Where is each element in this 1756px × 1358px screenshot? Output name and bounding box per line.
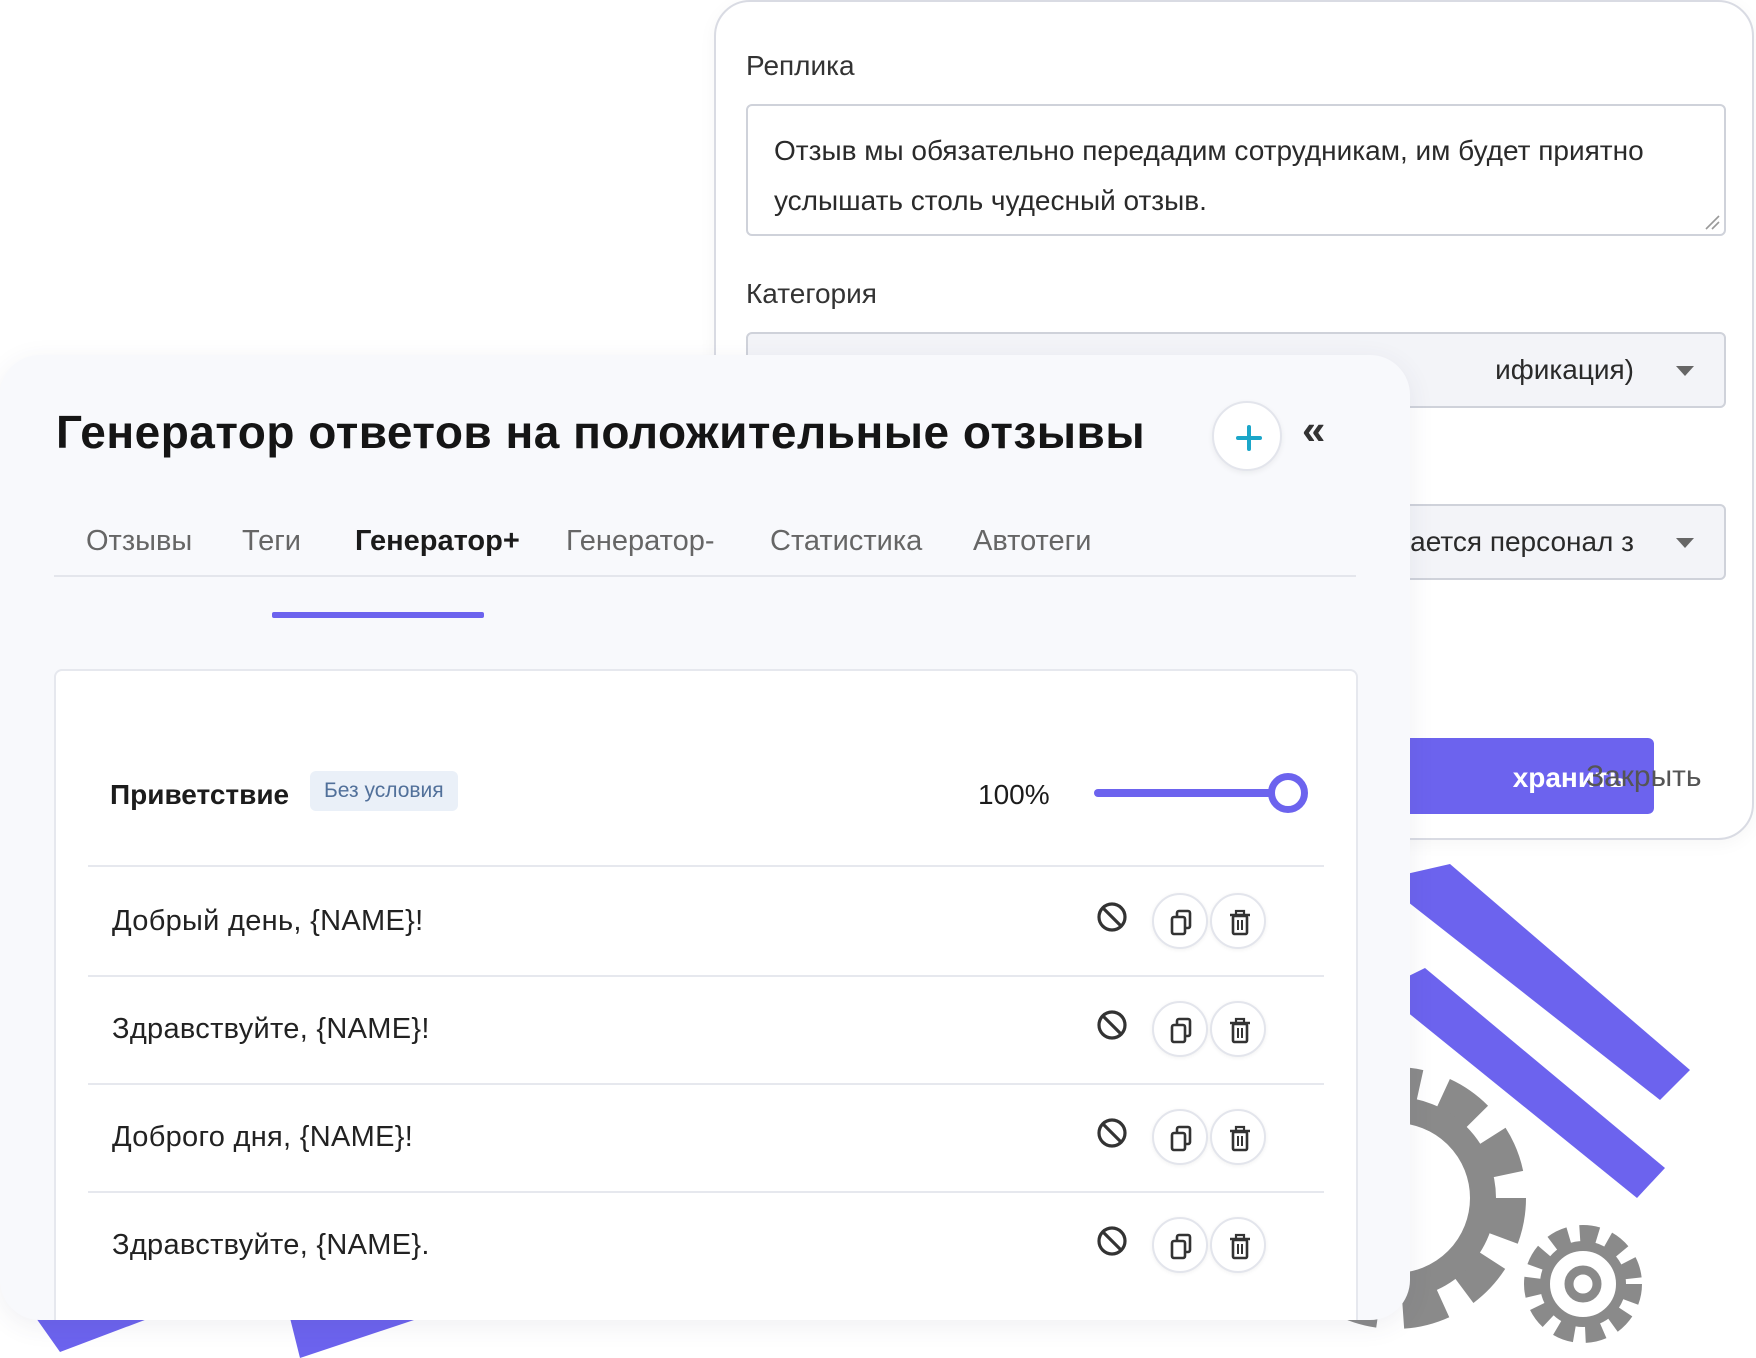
delete-button[interactable] (1210, 1217, 1266, 1273)
ban-icon[interactable] (1096, 1225, 1128, 1257)
category-label: Категория (746, 278, 877, 309)
page-title: Генератор ответов на положительные отзыв… (56, 406, 1146, 458)
ban-icon[interactable] (1096, 1009, 1128, 1041)
collapse-button[interactable]: « (1302, 409, 1325, 451)
replica-label: Реплика (746, 50, 855, 81)
section-label: Приветствие (110, 779, 290, 810)
deco-triangle (36, 1318, 150, 1352)
tab-reviews[interactable]: Отзывы (86, 525, 192, 558)
probability-percent: 100% (978, 779, 1050, 810)
tab-generator-plus[interactable]: Генератор+ (355, 525, 520, 558)
copy-icon (1170, 1017, 1192, 1044)
list-item: Добрый день, {NAME}! (88, 869, 1324, 977)
phrase-group-card: Приветствие Без условия 100% Добрый день… (54, 669, 1358, 1320)
trash-icon (1230, 909, 1250, 936)
resize-handle-icon[interactable] (1702, 212, 1720, 230)
phrase-text: Здравствуйте, {NAME}. (112, 1229, 430, 1261)
deco-stripe (1380, 968, 1665, 1198)
tag-value: инается персонал з (1379, 526, 1634, 557)
probability-slider-track[interactable] (1094, 789, 1284, 797)
probability-slider-thumb[interactable] (1268, 773, 1308, 813)
condition-badge: Без условия (310, 771, 458, 811)
ban-icon[interactable] (1096, 1117, 1128, 1149)
chevron-down-icon (1676, 538, 1694, 548)
gear-icon (1524, 1225, 1642, 1343)
replica-textarea[interactable]: Отзыв мы обязательно передадим сотрудник… (746, 104, 1726, 236)
delete-button[interactable] (1210, 1001, 1266, 1057)
chevron-down-icon (1676, 366, 1694, 376)
list-item: Здравствуйте, {NAME}. (88, 1193, 1324, 1301)
add-button[interactable] (1212, 401, 1282, 471)
tab-bar: Отзывы Теги Генератор+ Генератор- Статис… (54, 525, 1356, 577)
delete-button[interactable] (1210, 1109, 1266, 1165)
tab-generator-minus[interactable]: Генератор- (566, 525, 715, 558)
delete-button[interactable] (1210, 893, 1266, 949)
list-item: Здравствуйте, {NAME}! (88, 977, 1324, 1085)
phrase-text: Здравствуйте, {NAME}! (112, 1013, 430, 1045)
active-tab-indicator (272, 612, 484, 618)
copy-button[interactable] (1152, 1001, 1208, 1057)
copy-button[interactable] (1152, 1217, 1208, 1273)
trash-icon (1230, 1017, 1250, 1044)
replica-text: Отзыв мы обязательно передадим сотрудник… (774, 135, 1644, 216)
section-header: Приветствие Без условия 100% (88, 771, 1324, 867)
copy-icon (1170, 1125, 1192, 1152)
copy-button[interactable] (1152, 893, 1208, 949)
tab-statistics[interactable]: Статистика (770, 525, 922, 558)
phrase-text: Доброго дня, {NAME}! (112, 1121, 414, 1153)
phrase-text: Добрый день, {NAME}! (112, 905, 424, 937)
tab-autotags[interactable]: Автотеги (973, 525, 1091, 558)
list-item: Доброго дня, {NAME}! (88, 1085, 1324, 1193)
trash-icon (1230, 1125, 1250, 1152)
copy-button[interactable] (1152, 1109, 1208, 1165)
ban-icon[interactable] (1096, 901, 1128, 933)
generator-panel: Генератор ответов на положительные отзыв… (0, 355, 1410, 1320)
copy-icon (1170, 1233, 1192, 1260)
copy-icon (1170, 909, 1192, 936)
deco-triangle (290, 1318, 420, 1358)
trash-icon (1230, 1233, 1250, 1260)
close-button[interactable]: Закрыть (1586, 760, 1702, 794)
tab-tags[interactable]: Теги (242, 525, 301, 558)
category-value: ификация) (1495, 354, 1634, 385)
